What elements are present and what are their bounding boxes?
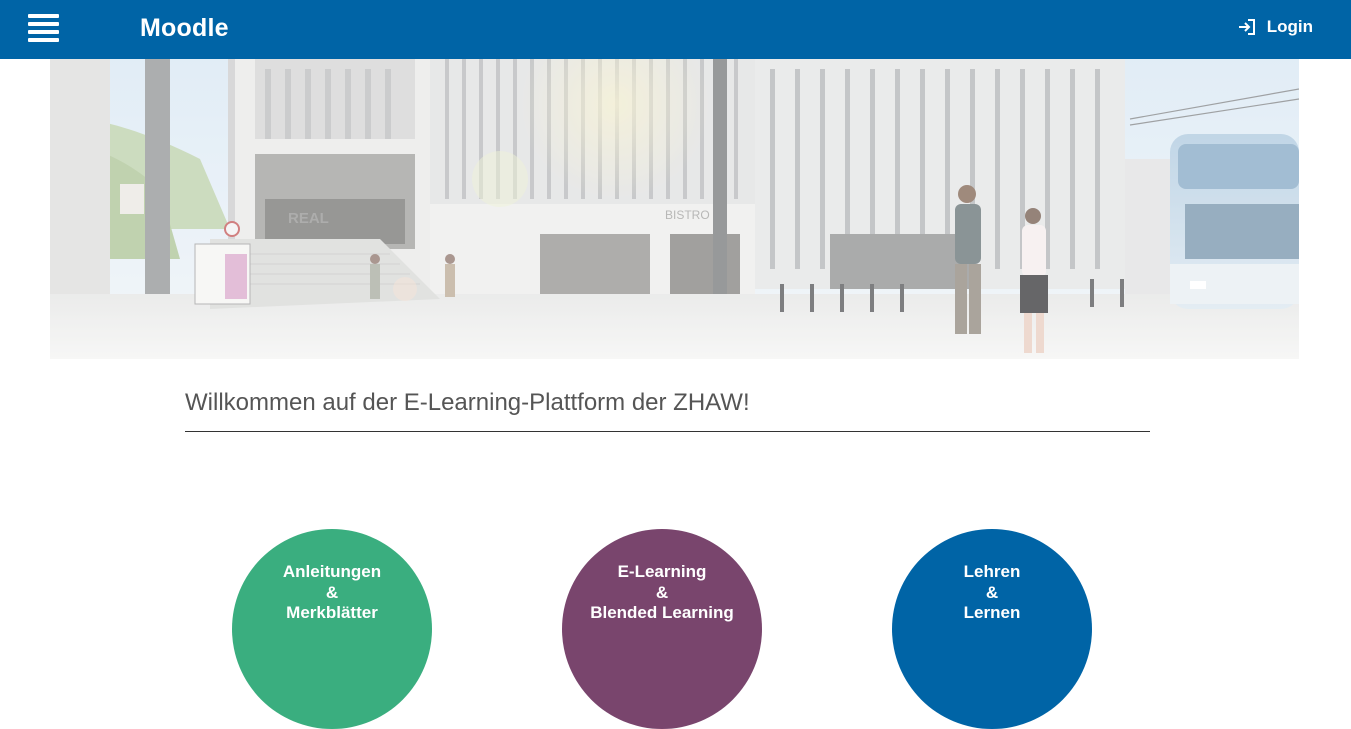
tile-elearning-blended-learning[interactable]: E-Learning & Blended Learning [562, 529, 762, 729]
site-brand[interactable]: Moodle [140, 14, 229, 43]
tile-lehren-lernen[interactable]: Lehren & Lernen [892, 529, 1092, 729]
tile-anleitungen-merkblaetter[interactable]: Anleitungen & Merkblätter [232, 529, 432, 729]
hero-banner-image: REAL BISTRO [50, 59, 1299, 359]
tile-label-line: E-Learning [617, 562, 707, 581]
tile-label-line: Anleitungen [282, 562, 382, 581]
tile-label-line: Merkblätter [286, 603, 378, 622]
campus-photo: REAL BISTRO [50, 59, 1299, 359]
welcome-heading: Willkommen auf der E-Learning-Plattform … [185, 389, 750, 416]
login-label: Login [1266, 17, 1313, 36]
hamburger-menu-icon[interactable] [28, 14, 60, 44]
tile-label-line: & [985, 582, 999, 602]
login-arrow-icon [1238, 19, 1255, 35]
top-navbar: Moodle Login [0, 0, 1351, 59]
tile-label-line: Lernen [963, 603, 1021, 622]
heading-divider [185, 431, 1150, 432]
login-button[interactable]: Login [1238, 17, 1313, 37]
tile-label-line: Lehren [963, 562, 1021, 581]
tile-label-line: & [325, 582, 339, 602]
tile-label-line: & [655, 582, 669, 602]
tile-label-line: Blended Learning [590, 603, 734, 622]
